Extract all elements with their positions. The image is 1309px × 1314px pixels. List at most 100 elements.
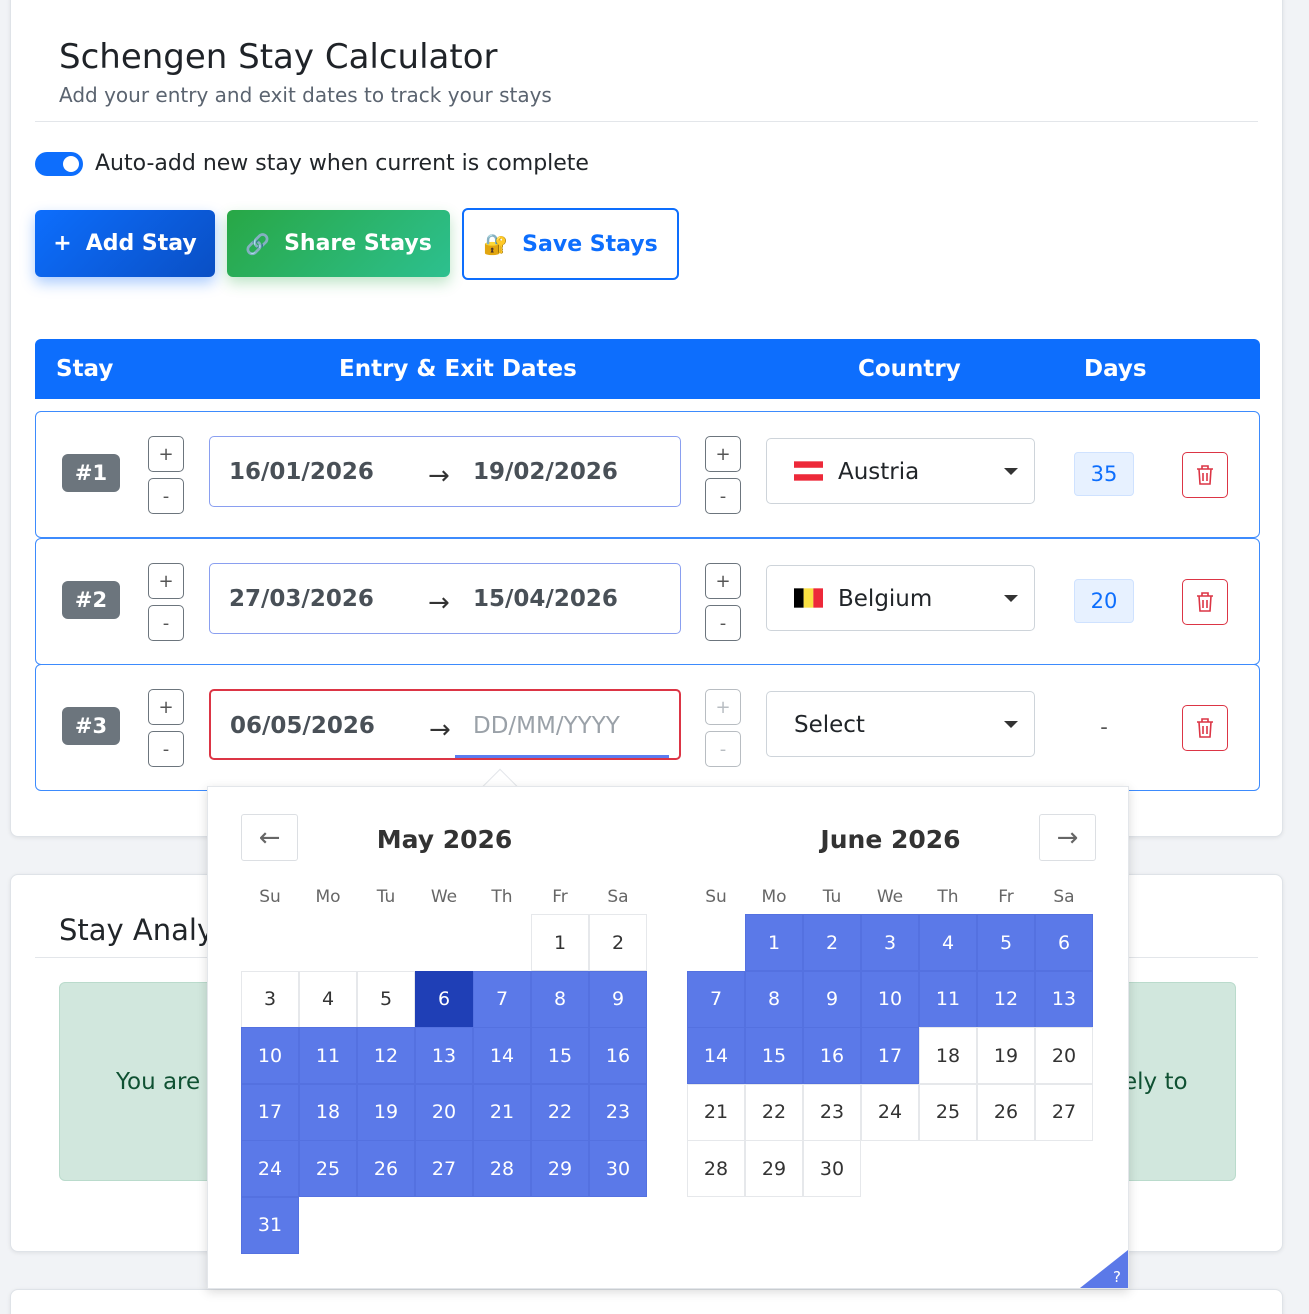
calendar-day[interactable]: 25: [919, 1083, 977, 1141]
weekday-header: Su: [705, 887, 727, 907]
calendar-day[interactable]: 30: [803, 1140, 861, 1197]
calendar-day[interactable]: 8: [745, 970, 803, 1028]
calendar-day[interactable]: 27: [415, 1140, 473, 1197]
exit-increment-button[interactable]: +: [705, 689, 741, 725]
calendar-day[interactable]: 7: [473, 970, 531, 1028]
calendar-day[interactable]: 14: [473, 1027, 531, 1084]
entry-date[interactable]: 27/03/2026: [229, 586, 374, 612]
calendar-day[interactable]: 28: [473, 1140, 531, 1197]
calendar-day[interactable]: 22: [531, 1083, 589, 1141]
calendar-day[interactable]: 17: [241, 1083, 299, 1141]
calendar-day[interactable]: 15: [745, 1027, 803, 1084]
weekday-header: Th: [491, 887, 513, 907]
days-count: 35: [1074, 452, 1134, 496]
calendar-day[interactable]: 3: [241, 970, 299, 1028]
country-select[interactable]: Select: [766, 691, 1035, 757]
calendar-day[interactable]: 24: [241, 1140, 299, 1197]
calendar-day[interactable]: 12: [977, 970, 1035, 1028]
exit-decrement-button[interactable]: -: [705, 605, 741, 641]
exit-increment-button[interactable]: +: [705, 563, 741, 599]
days-count: 20: [1074, 579, 1134, 623]
date-range-input[interactable]: 27/03/2026 → 15/04/2026: [209, 563, 681, 634]
calendar-day[interactable]: 14: [687, 1027, 745, 1084]
calendar-day[interactable]: 5: [357, 970, 415, 1028]
entry-date[interactable]: 06/05/2026: [230, 713, 375, 739]
calendar-day[interactable]: 26: [977, 1083, 1035, 1141]
entry-decrement-button[interactable]: -: [148, 731, 184, 767]
calendar-day[interactable]: 22: [745, 1083, 803, 1141]
calendar-day[interactable]: 27: [1035, 1083, 1093, 1141]
calendar-day[interactable]: 28: [687, 1140, 745, 1197]
calendar-day[interactable]: 7: [687, 970, 745, 1028]
exit-decrement-button[interactable]: -: [705, 478, 741, 514]
calendar-day[interactable]: 23: [589, 1083, 647, 1141]
exit-decrement-button[interactable]: -: [705, 731, 741, 767]
calendar-day[interactable]: 9: [803, 970, 861, 1028]
entry-increment-button[interactable]: +: [148, 689, 184, 725]
calendar-day[interactable]: 6: [1035, 914, 1093, 971]
calendar-day[interactable]: 3: [861, 914, 919, 971]
entry-decrement-button[interactable]: -: [148, 478, 184, 514]
country-select[interactable]: Belgium: [766, 565, 1035, 631]
save-stays-button[interactable]: 🔐 Save Stays: [462, 208, 679, 280]
help-icon[interactable]: ?: [1113, 1268, 1121, 1286]
calendar-day[interactable]: 12: [357, 1027, 415, 1084]
calendar-day[interactable]: 4: [299, 970, 357, 1028]
calendar-day[interactable]: 16: [803, 1027, 861, 1084]
calendar-day[interactable]: 15: [531, 1027, 589, 1084]
date-range-input[interactable]: 16/01/2026 → 19/02/2026: [209, 436, 681, 507]
exit-date[interactable]: 19/02/2026: [473, 459, 618, 485]
calendar-day[interactable]: 24: [861, 1083, 919, 1141]
page-title: Schengen Stay Calculator: [59, 37, 498, 77]
calendar-day[interactable]: 6: [415, 970, 473, 1028]
calendar-day[interactable]: 4: [919, 914, 977, 971]
calendar-day[interactable]: 1: [745, 914, 803, 971]
link-icon: 🔗: [245, 231, 271, 256]
date-range-input[interactable]: 06/05/2026 → DD/MM/YYYY: [209, 689, 681, 760]
calendar-day[interactable]: 11: [299, 1027, 357, 1084]
exit-date[interactable]: 15/04/2026: [473, 586, 618, 612]
calendar-day[interactable]: 29: [531, 1140, 589, 1197]
calendar-day[interactable]: 18: [919, 1027, 977, 1084]
header-days: Days: [1084, 356, 1147, 382]
delete-stay-button[interactable]: [1182, 579, 1228, 625]
entry-date[interactable]: 16/01/2026: [229, 459, 374, 485]
delete-stay-button[interactable]: [1182, 705, 1228, 751]
calendar-day[interactable]: 30: [589, 1140, 647, 1197]
calendar-day[interactable]: 20: [415, 1083, 473, 1141]
country-select[interactable]: Austria: [766, 438, 1035, 504]
calendar-day[interactable]: 10: [241, 1027, 299, 1084]
entry-decrement-button[interactable]: -: [148, 605, 184, 641]
calendar-day[interactable]: 10: [861, 970, 919, 1028]
calendar-day[interactable]: 16: [589, 1027, 647, 1084]
calendar-day[interactable]: 19: [977, 1027, 1035, 1084]
calendar-day[interactable]: 26: [357, 1140, 415, 1197]
calendar-day[interactable]: 29: [745, 1140, 803, 1197]
calendar-day[interactable]: 21: [473, 1083, 531, 1141]
calendar-day[interactable]: 20: [1035, 1027, 1093, 1084]
entry-increment-button[interactable]: +: [148, 563, 184, 599]
calendar-day[interactable]: 8: [531, 970, 589, 1028]
calendar-day[interactable]: 21: [687, 1083, 745, 1141]
calendar-day[interactable]: 1: [531, 914, 589, 971]
exit-increment-button[interactable]: +: [705, 436, 741, 472]
calendar-day[interactable]: 23: [803, 1083, 861, 1141]
calendar-day[interactable]: 19: [357, 1083, 415, 1141]
calendar-day[interactable]: 31: [241, 1196, 299, 1254]
calendar-day[interactable]: 13: [415, 1027, 473, 1084]
calendar-day[interactable]: 9: [589, 970, 647, 1028]
share-stays-button[interactable]: 🔗 Share Stays: [227, 210, 450, 277]
calendar-day[interactable]: 13: [1035, 970, 1093, 1028]
calendar-day[interactable]: 17: [861, 1027, 919, 1084]
entry-increment-button[interactable]: +: [148, 436, 184, 472]
add-stay-button[interactable]: + Add Stay: [35, 210, 215, 277]
exit-date-input[interactable]: DD/MM/YYYY: [473, 713, 620, 739]
delete-stay-button[interactable]: [1182, 452, 1228, 498]
auto-add-toggle[interactable]: [35, 152, 83, 176]
calendar-day[interactable]: 11: [919, 970, 977, 1028]
calendar-day[interactable]: 2: [803, 914, 861, 971]
calendar-day[interactable]: 25: [299, 1140, 357, 1197]
calendar-day[interactable]: 5: [977, 914, 1035, 971]
calendar-day[interactable]: 2: [589, 914, 647, 971]
calendar-day[interactable]: 18: [299, 1083, 357, 1141]
